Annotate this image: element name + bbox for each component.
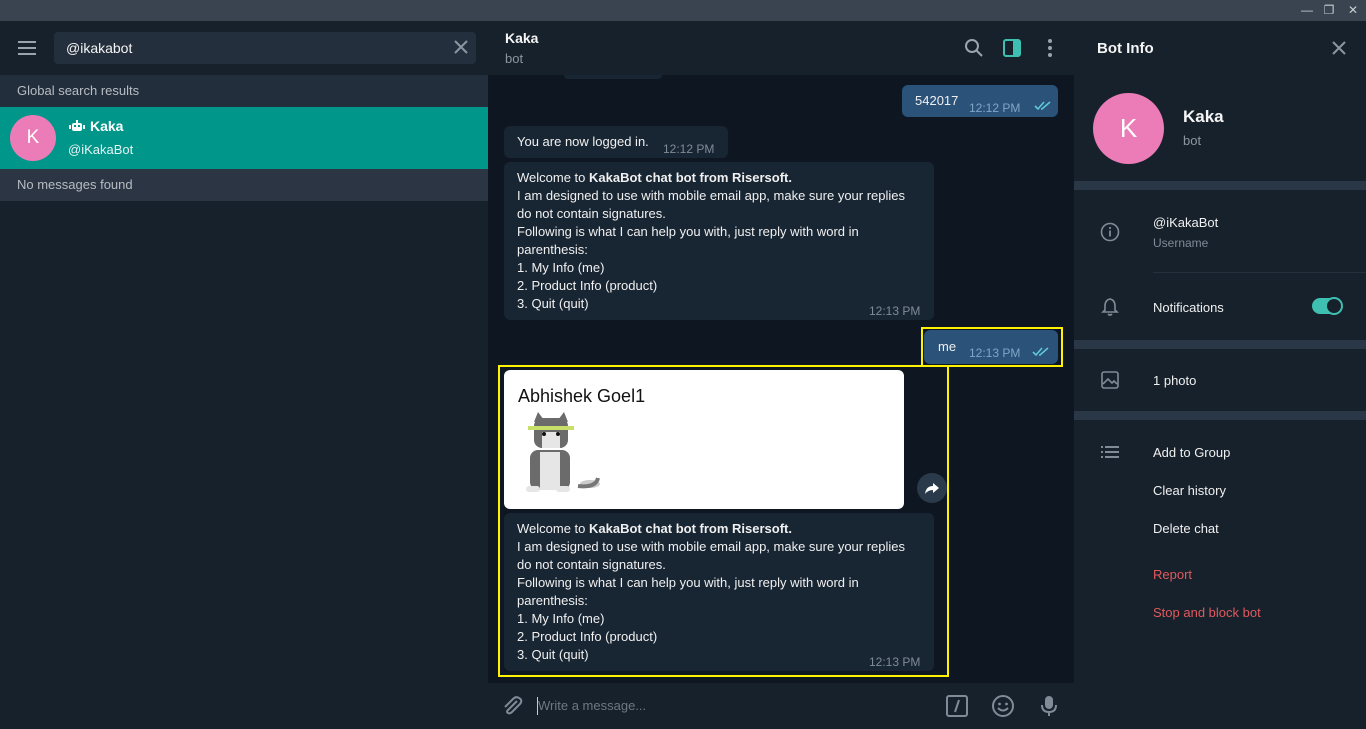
message-line: Welcome to KakaBot chat bot from Riserso…	[517, 170, 792, 185]
add-to-group-button[interactable]: Add to Group	[1153, 445, 1230, 460]
info-icon	[1100, 222, 1120, 242]
attach-icon[interactable]	[500, 694, 524, 718]
report-button[interactable]: Report	[1153, 567, 1192, 582]
previous-message-edge	[564, 75, 662, 79]
section-divider	[1074, 181, 1366, 190]
photos-item[interactable]: 1 photo	[1153, 373, 1196, 388]
bot-icon	[69, 120, 85, 131]
highlight-box	[498, 365, 949, 677]
chat-area: Kaka bot 542017 12:12 PM You are now log…	[488, 21, 1074, 729]
message-line: do not contain signatures.	[517, 206, 666, 221]
message-body: Welcome to KakaBot chat bot from Riserso…	[517, 169, 905, 313]
search-input[interactable]: @ikakabot	[54, 32, 476, 64]
notifications-label: Notifications	[1153, 300, 1224, 315]
result-name: Kaka	[90, 118, 124, 134]
notifications-toggle[interactable]	[1312, 297, 1343, 315]
username-label: Username	[1153, 236, 1209, 250]
message-text: 542017	[915, 93, 959, 108]
message-input[interactable]: Write a message...	[538, 695, 918, 717]
username-value[interactable]: @iKakaBot	[1153, 215, 1218, 230]
bot-info-panel: Bot Info K Kaka bot @iKakaBot Username N…	[1074, 21, 1366, 729]
close-icon[interactable]: ✕	[1343, 1, 1363, 19]
message-time: 12:12 PM	[663, 142, 715, 156]
sidebar-empty-area	[0, 201, 488, 729]
search-result-kaka[interactable]: K Kaka @iKakaBot	[0, 107, 488, 169]
avatar[interactable]: K	[1093, 93, 1164, 164]
avatar: K	[10, 115, 56, 161]
photo-icon	[1101, 371, 1119, 389]
message-time: 12:13 PM	[869, 304, 921, 318]
chat-header: Kaka bot	[488, 21, 1074, 75]
message-line: 1. My Info (me)	[517, 260, 605, 275]
row-separator	[1153, 272, 1366, 273]
no-messages-label: No messages found	[17, 177, 133, 192]
panel-title: Bot Info	[1097, 40, 1154, 57]
delete-chat-button[interactable]: Delete chat	[1153, 521, 1219, 536]
message-composer: Write a message...	[488, 683, 1074, 729]
incoming-message[interactable]: Welcome to KakaBot chat bot from Riserso…	[504, 162, 934, 320]
message-line: I am designed to use with mobile email a…	[517, 188, 906, 203]
window-titlebar: — ❐ ✕	[0, 0, 1366, 21]
emoji-icon[interactable]	[991, 694, 1015, 718]
message-text: You are now logged in.	[517, 134, 649, 149]
bell-icon	[1101, 298, 1119, 316]
left-sidebar: @ikakabot Global search results K Kaka @…	[0, 21, 488, 729]
outgoing-message[interactable]: 542017 12:12 PM	[902, 85, 1058, 117]
read-ticks-icon	[1034, 101, 1051, 111]
message-line: Following is what I can help you with, j…	[517, 224, 859, 239]
more-options-icon[interactable]	[1039, 37, 1061, 59]
message-line: parenthesis:	[517, 242, 588, 257]
chat-subtitle: bot	[505, 51, 524, 66]
highlight-box	[921, 327, 1063, 367]
menu-icon[interactable]	[18, 41, 36, 55]
restore-icon[interactable]: ❐	[1319, 1, 1339, 19]
minimize-icon[interactable]: —	[1297, 1, 1317, 19]
bot-subtitle: bot	[1183, 133, 1202, 148]
close-panel-icon[interactable]	[1331, 40, 1347, 56]
section-divider	[1074, 340, 1366, 349]
microphone-icon[interactable]	[1037, 694, 1061, 718]
search-bar: @ikakabot	[0, 21, 488, 75]
result-username: @iKakaBot	[68, 142, 134, 157]
no-messages-row: No messages found	[0, 169, 488, 201]
global-search-label: Global search results	[17, 83, 140, 98]
list-icon	[1101, 446, 1119, 458]
sidebar-toggle-icon[interactable]	[1001, 37, 1023, 59]
bot-commands-icon[interactable]	[945, 694, 969, 718]
section-divider	[1074, 411, 1366, 420]
chat-title[interactable]: Kaka	[505, 30, 538, 46]
incoming-message[interactable]: You are now logged in. 12:12 PM	[504, 126, 728, 158]
message-line: 2. Product Info (product)	[517, 278, 658, 293]
message-line: 3. Quit (quit)	[517, 296, 589, 311]
clear-search-icon[interactable]	[452, 38, 470, 56]
bot-name: Kaka	[1183, 107, 1224, 126]
stop-block-bot-button[interactable]: Stop and block bot	[1153, 605, 1261, 620]
clear-history-button[interactable]: Clear history	[1153, 483, 1226, 498]
search-icon[interactable]	[963, 37, 985, 59]
message-time: 12:12 PM	[969, 101, 1021, 115]
